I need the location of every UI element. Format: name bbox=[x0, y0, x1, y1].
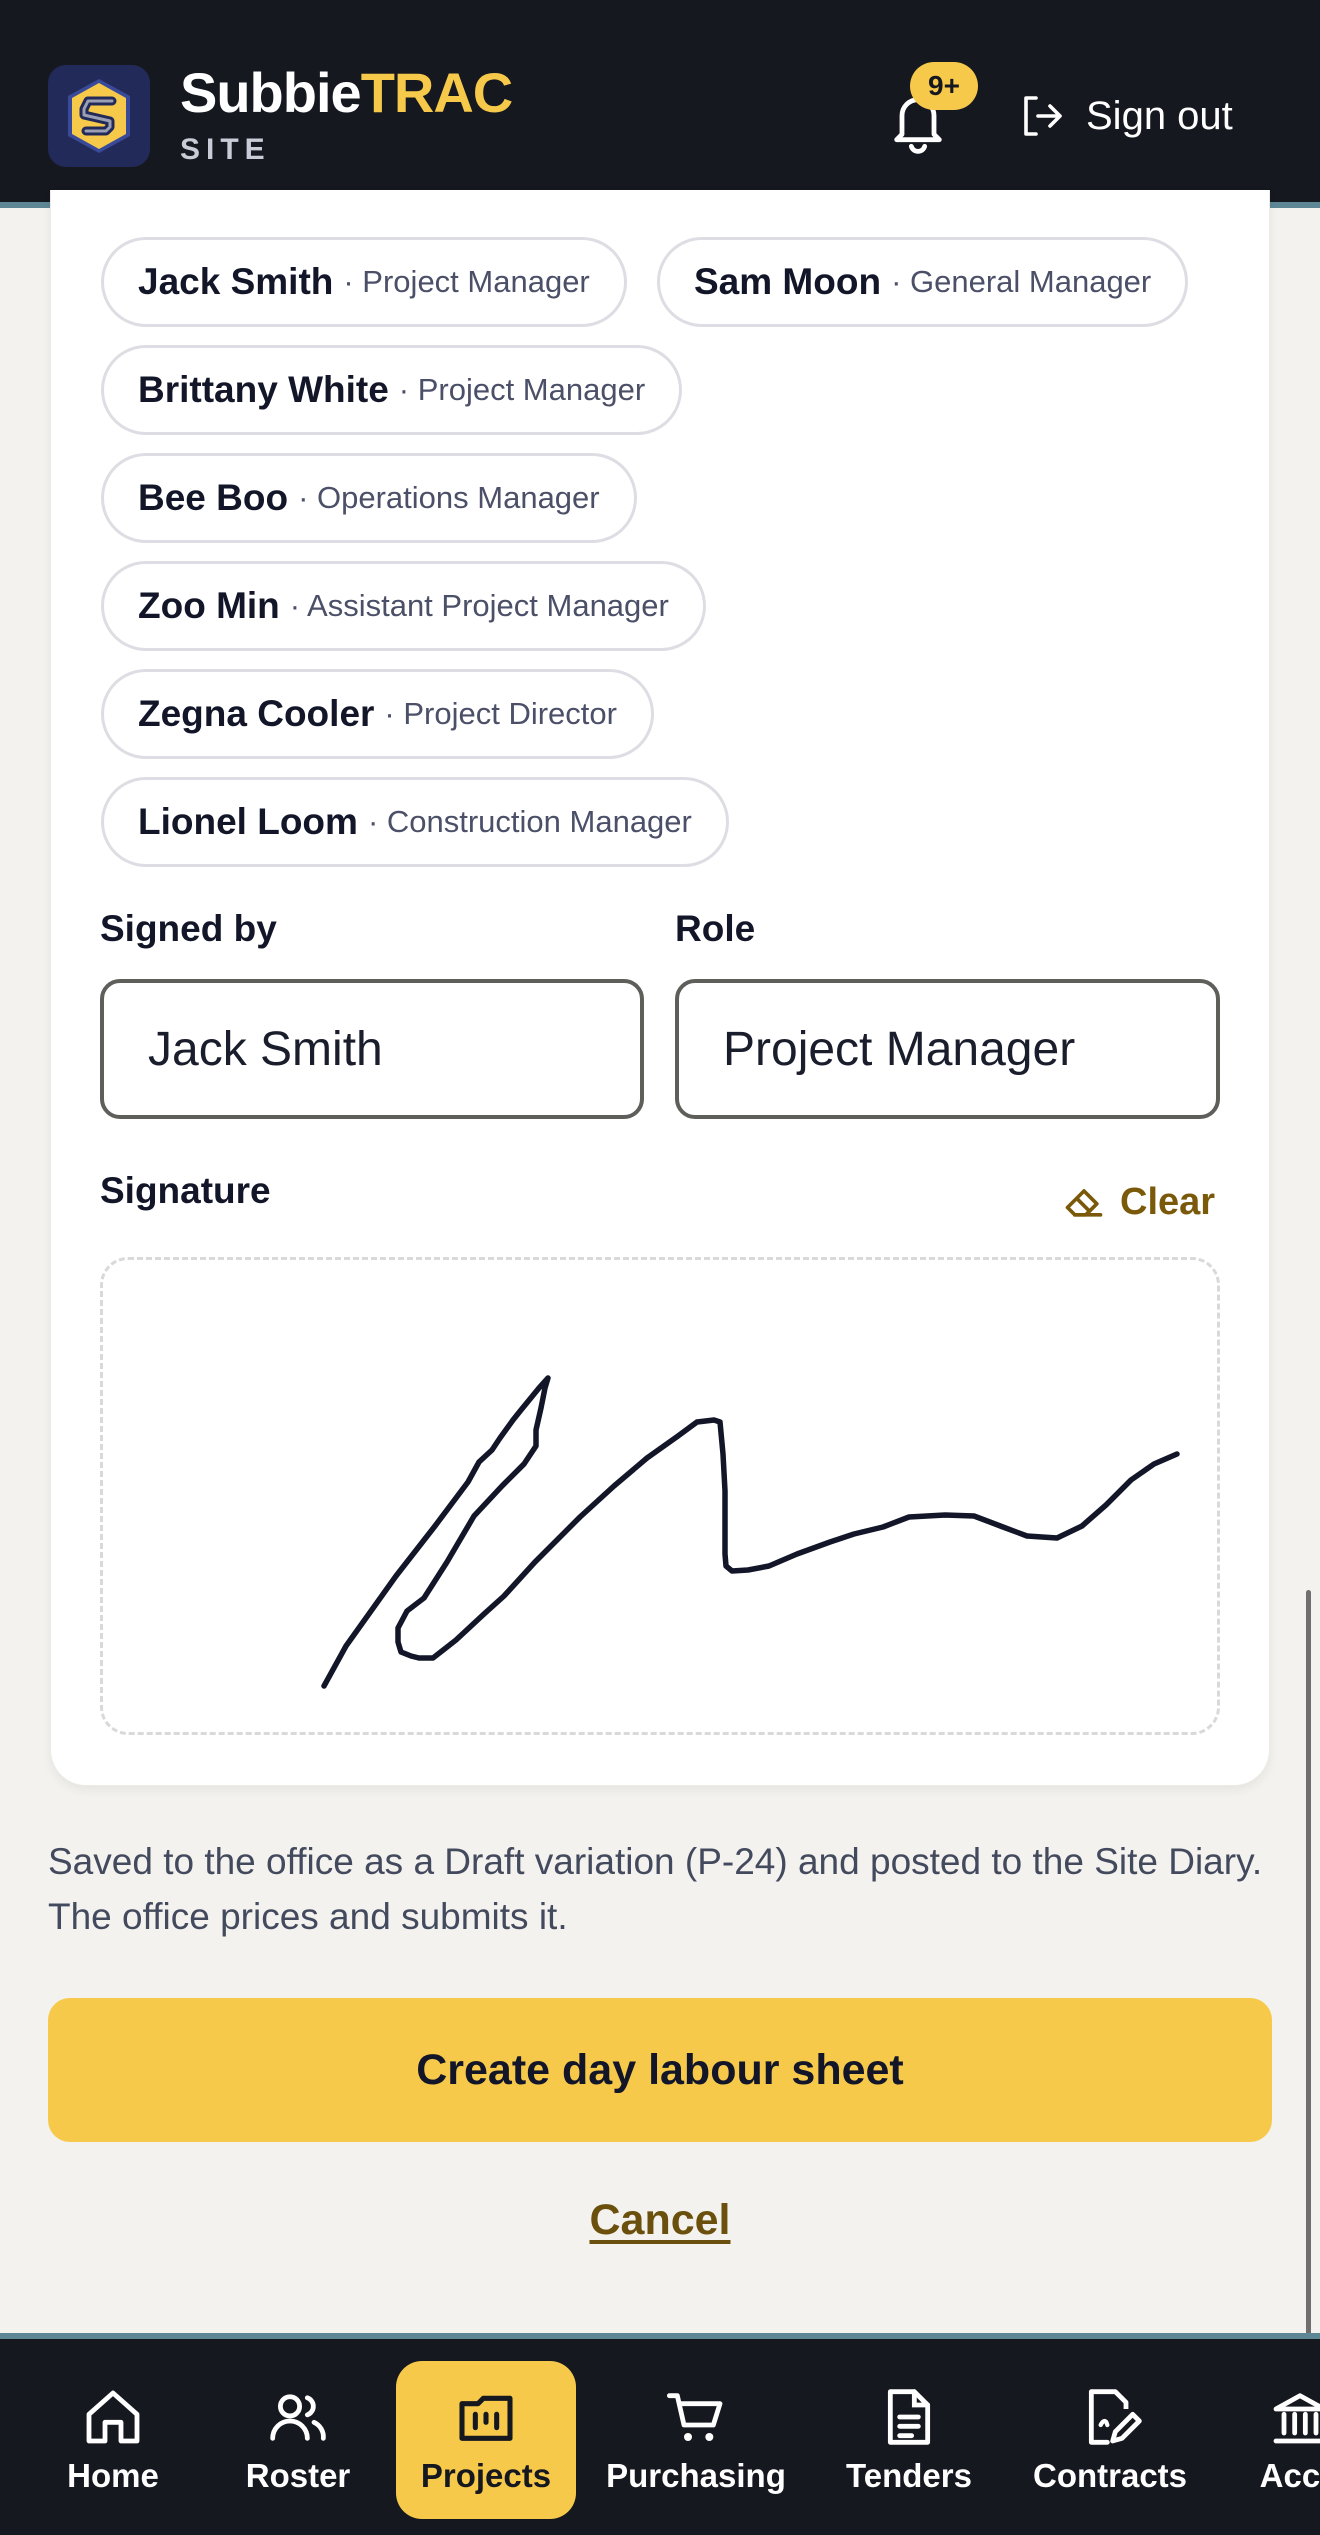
chip-role: · Project Director bbox=[384, 696, 617, 731]
bottom-nav: Home Roster Projects Purchasing Tenders bbox=[0, 2333, 1320, 2535]
clear-label: Clear bbox=[1120, 1180, 1216, 1223]
nav-label: Acco bbox=[1259, 2457, 1320, 2494]
person-chip-zegna-cooler[interactable]: Zegna Cooler · Project Director bbox=[101, 669, 654, 759]
app-logo[interactable] bbox=[48, 65, 150, 167]
nav-item-home[interactable]: Home bbox=[40, 2361, 186, 2519]
nav-item-roster[interactable]: Roster bbox=[225, 2361, 371, 2519]
chip-role: · Construction Manager bbox=[367, 804, 692, 839]
person-chip-zoo-min[interactable]: Zoo Min · Assistant Project Manager bbox=[101, 561, 706, 651]
chip-role: · Operations Manager bbox=[298, 480, 600, 515]
create-day-labour-sheet-button[interactable]: Create day labour sheet bbox=[48, 1998, 1272, 2142]
logo-icon bbox=[68, 79, 130, 153]
chip-name: Lionel Loom bbox=[138, 801, 358, 842]
nav-label: Roster bbox=[245, 2457, 351, 2494]
chip-name: Jack Smith bbox=[138, 261, 334, 302]
sign-out-label: Sign out bbox=[1086, 93, 1233, 138]
helper-text: Saved to the office as a Draft variation… bbox=[48, 1841, 1263, 1937]
scrollbar-thumb[interactable] bbox=[1306, 1590, 1311, 2340]
nav-label: Projects bbox=[420, 2457, 552, 2494]
chip-name: Sam Moon bbox=[694, 261, 882, 302]
nav-item-contracts[interactable]: Contracts bbox=[1022, 2361, 1198, 2519]
sign-out-button[interactable]: Sign out bbox=[1018, 88, 1233, 144]
nav-item-projects[interactable]: Projects bbox=[396, 2361, 576, 2519]
nav-item-purchasing[interactable]: Purchasing bbox=[596, 2361, 796, 2519]
clear-signature-button[interactable]: Clear bbox=[1062, 1178, 1215, 1226]
cart-icon bbox=[666, 2393, 723, 2441]
person-chip-jack-smith[interactable]: Jack Smith · Project Manager bbox=[101, 237, 627, 327]
chip-name: Bee Boo bbox=[138, 477, 289, 518]
notification-badge: 9+ bbox=[910, 62, 978, 110]
chip-role: · Assistant Project Manager bbox=[289, 588, 669, 623]
projects-icon bbox=[459, 2395, 513, 2441]
signature-label: Signature bbox=[100, 1170, 271, 1211]
eraser-icon bbox=[1065, 1189, 1103, 1217]
document-icon bbox=[887, 2389, 931, 2445]
signature-stroke bbox=[321, 1375, 1180, 1689]
brand: SubbieTRAC SITE bbox=[180, 58, 513, 170]
signed-by-input[interactable] bbox=[100, 979, 644, 1119]
contract-icon bbox=[1088, 2389, 1142, 2445]
nav-label: Tenders bbox=[846, 2457, 972, 2494]
chip-name: Zoo Min bbox=[138, 585, 280, 626]
role-input[interactable] bbox=[675, 979, 1220, 1119]
sign-out-icon bbox=[1024, 96, 1062, 136]
nav-item-tenders[interactable]: Tenders bbox=[826, 2361, 992, 2519]
nav-label: Purchasing bbox=[606, 2457, 786, 2494]
nav-label: Contracts bbox=[1032, 2457, 1188, 2494]
person-chip-sam-moon[interactable]: Sam Moon · General Manager bbox=[657, 237, 1189, 327]
signed-by-label: Signed by bbox=[100, 908, 277, 949]
role-label: Role bbox=[675, 908, 756, 949]
app-header: SubbieTRAC SITE 9+ Sign out bbox=[0, 0, 1320, 208]
users-icon bbox=[270, 2394, 326, 2441]
home-icon bbox=[86, 2390, 140, 2444]
person-chip-brittany-white[interactable]: Brittany White · Project Manager bbox=[101, 345, 683, 435]
brand-name: SubbieTRAC bbox=[180, 61, 513, 124]
chip-name: Zegna Cooler bbox=[138, 693, 375, 734]
chip-role: · Project Manager bbox=[343, 264, 590, 299]
chip-role: · Project Manager bbox=[398, 372, 646, 407]
chip-role: · General Manager bbox=[891, 264, 1152, 299]
nav-item-accounts[interactable]: Acco bbox=[1230, 2361, 1320, 2519]
nav-label: Home bbox=[67, 2457, 159, 2494]
person-chip-lionel-loom[interactable]: Lionel Loom · Construction Manager bbox=[101, 777, 729, 867]
brand-subtitle: SITE bbox=[180, 133, 271, 166]
person-chip-bee-boo[interactable]: Bee Boo · Operations Manager bbox=[101, 453, 637, 543]
bank-icon bbox=[1273, 2393, 1320, 2444]
cancel-link[interactable]: Cancel bbox=[0, 2196, 1320, 2245]
chip-name: Brittany White bbox=[138, 369, 389, 410]
signature-pad[interactable] bbox=[100, 1257, 1220, 1735]
